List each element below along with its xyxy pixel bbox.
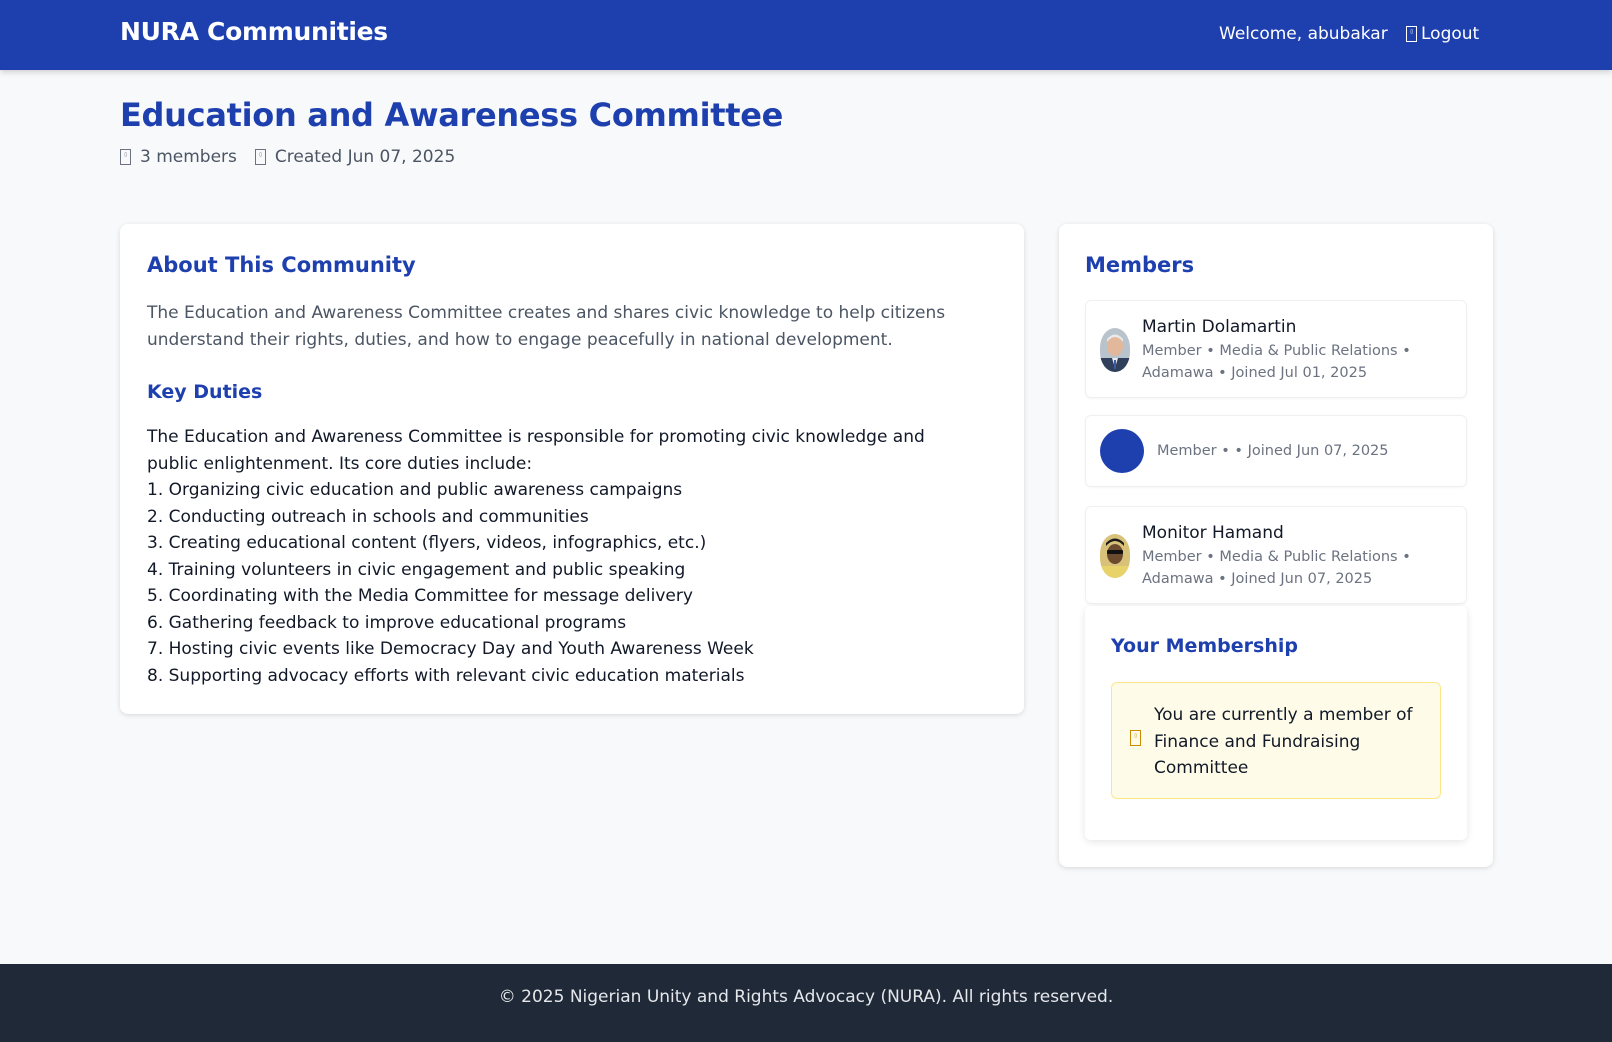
duty-item: 5. Coordinating with the Media Committee… bbox=[147, 586, 693, 606]
member-avatar bbox=[1100, 534, 1130, 578]
calendar-icon: ▯ bbox=[254, 149, 266, 165]
duty-item: 1. Organizing civic education and public… bbox=[147, 480, 683, 500]
membership-notice-text: You are currently a member of Finance an… bbox=[1154, 705, 1413, 778]
logout-label: Logout bbox=[1421, 24, 1480, 44]
duty-item: 6. Gathering feedback to improve educati… bbox=[147, 612, 627, 633]
member-item[interactable]: Monitor Hamand Member • Media & Public R… bbox=[1085, 506, 1467, 604]
logout-button[interactable]: ▯ Logout bbox=[1406, 24, 1479, 44]
about-card: About This Community The Education and A… bbox=[120, 224, 1024, 714]
members-heading: Members bbox=[1085, 253, 1195, 277]
members-icon: ▯ bbox=[120, 149, 131, 165]
community-meta: ▯ 3 members ▯ Created Jun 07, 2025 bbox=[120, 147, 455, 167]
duty-item: 2. Conducting outreach in schools and co… bbox=[147, 506, 589, 527]
duties-list: 1. Organizing civic education and public… bbox=[147, 477, 754, 689]
member-item[interactable]: Martin Dolamartin Member • Media & Publi… bbox=[1085, 300, 1467, 398]
your-membership-panel: Your Membership ▯ You are currently a me… bbox=[1085, 606, 1467, 840]
footer-copyright: © 2025 Nigerian Unity and Rights Advocac… bbox=[498, 987, 1114, 1007]
logout-icon: ▯ bbox=[1406, 26, 1417, 42]
members-card: Members Martin Dolamartin Member • Media… bbox=[1059, 224, 1493, 867]
top-navbar: NURA Communities Welcome, abubakar ▯ Log… bbox=[0, 0, 1612, 70]
member-name: Monitor Hamand bbox=[1142, 523, 1284, 543]
created-date: Created Jun 07, 2025 bbox=[274, 147, 456, 167]
about-heading: About This Community bbox=[147, 253, 416, 277]
your-membership-heading: Your Membership bbox=[1111, 635, 1298, 657]
member-item[interactable]: Member • • Joined Jun 07, 2025 bbox=[1085, 415, 1467, 487]
member-avatar bbox=[1100, 429, 1144, 473]
brand-logo-text[interactable]: NURA Communities bbox=[120, 17, 388, 46]
duties-intro: The Education and Awareness Committee is… bbox=[147, 427, 925, 474]
page-footer: © 2025 Nigerian Unity and Rights Advocac… bbox=[0, 964, 1612, 1042]
member-avatar bbox=[1100, 328, 1130, 372]
duty-item: 4. Training volunteers in civic engageme… bbox=[147, 559, 686, 580]
duty-item: 8. Supporting advocacy efforts with rele… bbox=[147, 665, 745, 686]
member-details: Member • Media & Public Relations • Adam… bbox=[1142, 549, 1411, 587]
duty-item: 3. Creating educational content (flyers,… bbox=[147, 533, 707, 553]
key-duties-heading: Key Duties bbox=[147, 381, 263, 403]
info-icon: ▯ bbox=[1130, 730, 1141, 746]
membership-notice: ▯ You are currently a member of Finance … bbox=[1111, 682, 1441, 799]
page-title: Education and Awareness Committee bbox=[120, 96, 784, 134]
members-count: 3 members bbox=[140, 147, 237, 167]
duty-item: 7. Hosting civic events like Democracy D… bbox=[147, 639, 754, 659]
about-description: The Education and Awareness Committee cr… bbox=[147, 303, 946, 350]
member-name: Martin Dolamartin bbox=[1142, 317, 1297, 337]
member-details: Member • • Joined Jun 07, 2025 bbox=[1157, 443, 1389, 459]
member-details: Member • Media & Public Relations • Adam… bbox=[1142, 343, 1411, 381]
welcome-text: Welcome, abubakar bbox=[1219, 24, 1388, 44]
